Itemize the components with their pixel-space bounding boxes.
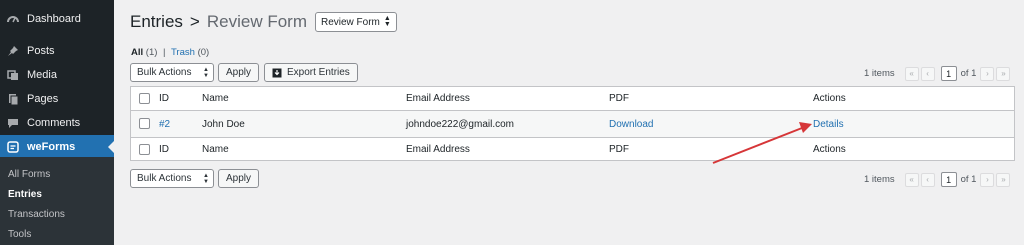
annotation-arrow <box>712 122 812 164</box>
